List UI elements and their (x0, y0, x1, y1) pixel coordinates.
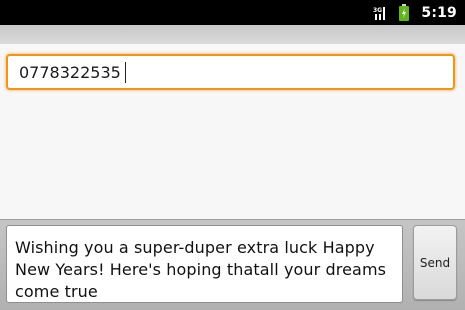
battery-icon (399, 4, 410, 21)
send-button[interactable]: Send (413, 225, 457, 300)
send-button-label: Send (419, 255, 451, 270)
svg-text:3G: 3G (373, 7, 382, 14)
title-strip (0, 25, 465, 44)
recipient-value: 0778322535 (19, 63, 121, 82)
message-field[interactable]: Wishing you a super-duper extra luck Hap… (6, 225, 403, 303)
recipient-panel: 0778322535 (0, 44, 465, 219)
status-bar: 3G 5:19 (0, 0, 465, 25)
signal-icon: 3G (373, 6, 386, 20)
clock: 5:19 (421, 4, 457, 21)
compose-area: Wishing you a super-duper extra luck Hap… (0, 219, 465, 310)
text-cursor (125, 62, 126, 83)
status-icons: 3G 5:19 (373, 0, 465, 25)
message-text: Wishing you a super-duper extra luck Hap… (15, 238, 387, 301)
recipient-field[interactable]: 0778322535 (6, 54, 455, 90)
